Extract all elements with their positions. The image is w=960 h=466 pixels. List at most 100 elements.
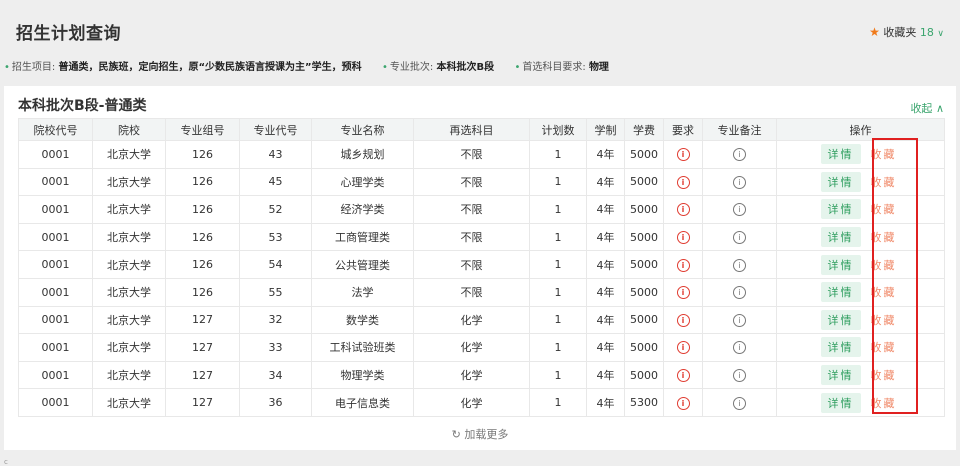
load-more-label: 加载更多 bbox=[464, 428, 509, 441]
column-header: 专业名称 bbox=[311, 118, 414, 141]
info-alert-icon[interactable]: i bbox=[676, 231, 690, 245]
info-icon[interactable]: i bbox=[733, 369, 746, 383]
detail-button[interactable]: 详情 bbox=[820, 392, 861, 413]
detail-button[interactable]: 详情 bbox=[820, 254, 861, 275]
info-icon[interactable]: i bbox=[733, 258, 746, 272]
tuition-cell: 5000 bbox=[624, 222, 664, 252]
tuition-cell: 5300 bbox=[624, 388, 664, 417]
info-alert-icon[interactable]: i bbox=[676, 286, 690, 300]
favorite-button[interactable]: 收藏 bbox=[867, 172, 901, 192]
favorite-button[interactable]: 收藏 bbox=[867, 255, 901, 275]
subject-req-cell: 不限 bbox=[413, 250, 530, 279]
detail-button[interactable]: 详情 bbox=[820, 144, 861, 165]
major-name-cell: 城乡规划 bbox=[311, 140, 414, 169]
table-row: 0001 北京大学 127 34 物理学类 化学 1 4年 5000 i i 详情 收藏 bbox=[18, 360, 945, 390]
load-more-button[interactable]: ↻ 加载更多 bbox=[4, 426, 956, 442]
info-icon[interactable]: i bbox=[733, 286, 746, 300]
info-alert-icon[interactable]: i bbox=[676, 313, 690, 327]
info-icon[interactable]: i bbox=[733, 148, 746, 162]
table-row: 0001 北京大学 127 36 电子信息类 化学 1 4年 5300 i i 详情 收藏 bbox=[18, 388, 945, 417]
school-code-cell: 0001 bbox=[18, 305, 93, 335]
favorite-button[interactable]: 收藏 bbox=[867, 199, 901, 219]
major-name-cell: 电子信息类 bbox=[311, 388, 414, 417]
requirement-cell: i bbox=[663, 333, 703, 362]
filter-label: 专业批次: bbox=[389, 62, 434, 73]
info-alert-icon[interactable]: i bbox=[676, 148, 690, 162]
actions-cell: 详情 收藏 bbox=[776, 222, 945, 252]
info-icon[interactable]: i bbox=[733, 175, 746, 189]
duration-cell: 4年 bbox=[586, 222, 625, 252]
major-name-cell: 工商管理类 bbox=[311, 222, 414, 252]
tuition-cell: 5000 bbox=[624, 333, 664, 362]
filter-value: 普通类，民族班，定向招生，原“少数民族语言授课为主”学生，预科 bbox=[58, 62, 362, 73]
plan-count-cell: 1 bbox=[529, 305, 587, 335]
actions-cell: 详情 收藏 bbox=[776, 195, 945, 224]
detail-button[interactable]: 详情 bbox=[820, 282, 861, 303]
favorite-button[interactable]: 收藏 bbox=[867, 310, 901, 330]
major-code-cell: 36 bbox=[239, 388, 312, 417]
filter-value: 本科批次B段 bbox=[436, 62, 495, 73]
plan-table: 院校代号 院校 专业组号 专业代号 专业名称 再选科目 计划数 学制 学费 要求 专业备注 操作 00… bbox=[18, 118, 945, 417]
duration-cell: 4年 bbox=[586, 140, 625, 169]
school-name-cell: 北京大学 bbox=[92, 250, 166, 279]
favorite-button[interactable]: 收藏 bbox=[867, 365, 901, 385]
tuition-cell: 5000 bbox=[624, 360, 664, 390]
tuition-cell: 5000 bbox=[624, 195, 664, 224]
favorite-button[interactable]: 收藏 bbox=[867, 227, 901, 247]
duration-cell: 4年 bbox=[586, 195, 625, 224]
detail-button[interactable]: 详情 bbox=[820, 171, 861, 192]
bullet-icon: • bbox=[514, 62, 521, 73]
info-alert-icon[interactable]: i bbox=[676, 258, 690, 272]
major-code-cell: 33 bbox=[239, 333, 312, 362]
detail-button[interactable]: 详情 bbox=[820, 365, 861, 386]
group-code-cell: 127 bbox=[165, 305, 240, 335]
info-icon[interactable]: i bbox=[733, 231, 746, 245]
column-header: 要求 bbox=[663, 118, 703, 141]
filter-label: 首选科目要求: bbox=[522, 62, 586, 73]
tuition-cell: 5000 bbox=[624, 277, 664, 307]
tuition-cell: 5000 bbox=[624, 140, 664, 169]
table-row: 0001 北京大学 127 32 数学类 化学 1 4年 5000 i i 详情 收藏 bbox=[18, 305, 945, 335]
info-icon[interactable]: i bbox=[733, 203, 746, 217]
favorite-button[interactable]: 收藏 bbox=[867, 337, 901, 357]
favorite-button[interactable]: 收藏 bbox=[867, 144, 901, 164]
detail-button[interactable]: 详情 bbox=[820, 199, 861, 220]
detail-button[interactable]: 详情 bbox=[820, 227, 861, 248]
major-code-cell: 52 bbox=[239, 195, 312, 224]
requirement-cell: i bbox=[663, 167, 703, 197]
major-note-cell: i bbox=[702, 277, 777, 307]
info-alert-icon[interactable]: i bbox=[676, 396, 690, 410]
table-row: 0001 北京大学 126 54 公共管理类 不限 1 4年 5000 i i 详情 收藏 bbox=[18, 250, 945, 279]
results-card: 本科批次B段-普通类 收起 ∧ 院校代号 院校 专业组号 专业代号 专业名称 再选科目 计划… bbox=[4, 86, 956, 466]
info-alert-icon[interactable]: i bbox=[676, 341, 690, 355]
collapse-button[interactable]: 收起 ∧ bbox=[910, 100, 944, 116]
major-note-cell: i bbox=[702, 250, 777, 279]
info-alert-icon[interactable]: i bbox=[676, 175, 690, 189]
group-code-cell: 126 bbox=[165, 167, 240, 197]
column-header: 再选科目 bbox=[413, 118, 530, 141]
favorite-button[interactable]: 收藏 bbox=[867, 393, 901, 413]
major-note-cell: i bbox=[702, 195, 777, 224]
table-row: 0001 北京大学 126 55 法学 不限 1 4年 5000 i i 详情 收藏 bbox=[18, 277, 945, 307]
school-name-cell: 北京大学 bbox=[92, 388, 166, 417]
star-icon: ★ bbox=[869, 25, 880, 39]
detail-button[interactable]: 详情 bbox=[820, 337, 861, 358]
info-icon[interactable]: i bbox=[733, 341, 746, 355]
info-alert-icon[interactable]: i bbox=[676, 369, 690, 383]
subject-req-cell: 不限 bbox=[413, 140, 530, 169]
major-note-cell: i bbox=[702, 333, 777, 362]
duration-cell: 4年 bbox=[586, 277, 625, 307]
detail-button[interactable]: 详情 bbox=[820, 309, 861, 330]
school-code-cell: 0001 bbox=[18, 222, 93, 252]
info-icon[interactable]: i bbox=[733, 313, 746, 327]
duration-cell: 4年 bbox=[586, 305, 625, 335]
requirement-cell: i bbox=[663, 195, 703, 224]
info-icon[interactable]: i bbox=[733, 396, 746, 410]
school-name-cell: 北京大学 bbox=[92, 222, 166, 252]
major-note-cell: i bbox=[702, 140, 777, 169]
group-code-cell: 127 bbox=[165, 360, 240, 390]
favorite-button[interactable]: 收藏 bbox=[867, 282, 901, 302]
info-alert-icon[interactable]: i bbox=[676, 203, 690, 217]
favorites-link[interactable]: ★ 收藏夹 18 ∨ bbox=[869, 24, 944, 40]
school-code-cell: 0001 bbox=[18, 360, 93, 390]
